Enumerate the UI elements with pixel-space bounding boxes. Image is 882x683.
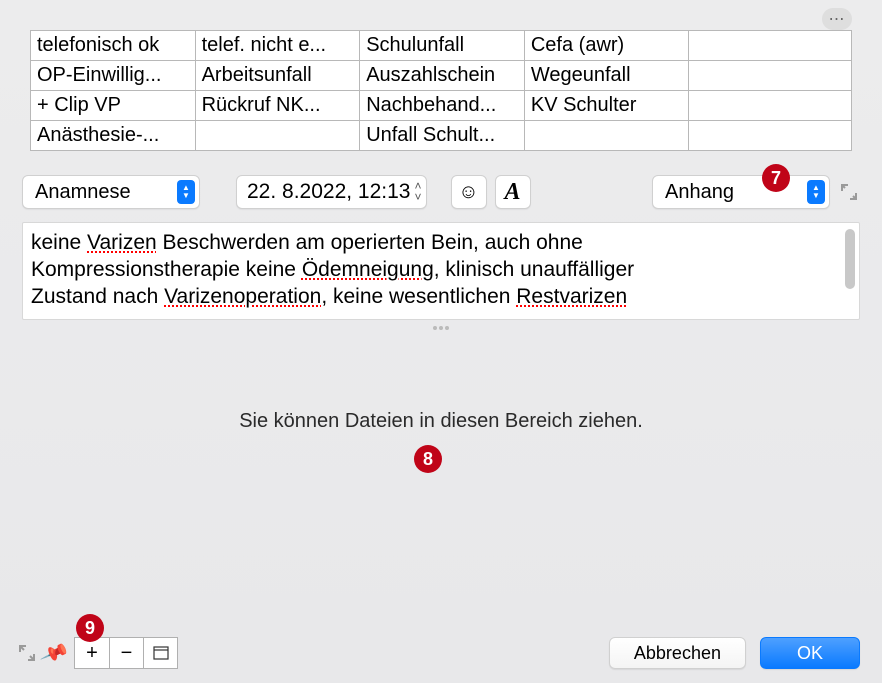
- grid-cell[interactable]: Auszahlschein: [360, 61, 525, 91]
- template-grid: telefonisch ok telef. nicht e... Schulun…: [30, 30, 852, 151]
- grid-cell[interactable]: Nachbehand...: [360, 91, 525, 121]
- annotation-badge: 8: [414, 445, 442, 473]
- note-text: Beschwerden am operierten Bein, auch ohn…: [157, 231, 583, 254]
- annotation-badge: 9: [76, 614, 104, 642]
- smiley-icon: ☺: [458, 181, 478, 204]
- ok-button[interactable]: OK: [760, 637, 860, 669]
- grid-cell[interactable]: Unfall Schult...: [360, 121, 525, 151]
- file-dropzone[interactable]: Sie können Dateien in diesen Bereich zie…: [22, 360, 860, 600]
- chevron-down-icon: ˅: [414, 192, 421, 203]
- pin-icon[interactable]: 📌: [38, 636, 71, 669]
- grid-cell[interactable]: Wegeunfall: [524, 61, 688, 91]
- note-text: Kompressionstherapie keine: [31, 258, 302, 281]
- note-text: Ödemneigung: [302, 258, 434, 281]
- more-button[interactable]: ⋯: [822, 8, 852, 30]
- datetime-stepper[interactable]: ˄ ˅: [414, 181, 421, 203]
- category-select[interactable]: Anamnese ▲▼: [22, 175, 200, 209]
- note-text: Varizen: [87, 231, 157, 254]
- grid-cell[interactable]: Arbeitsunfall: [195, 61, 360, 91]
- chevron-updown-icon: ▲▼: [807, 180, 825, 204]
- expand-icon[interactable]: [838, 181, 860, 203]
- emoji-button[interactable]: ☺: [451, 175, 487, 209]
- note-text: , klinisch unauffälliger: [434, 258, 634, 281]
- scrollbar[interactable]: [845, 229, 855, 289]
- footer-bar: 📌 + − Abbrechen OK: [14, 637, 860, 669]
- grid-cell[interactable]: Cefa (awr): [524, 31, 688, 61]
- grid-cell[interactable]: [524, 121, 688, 151]
- grid-cell[interactable]: [689, 61, 852, 91]
- add-button[interactable]: +: [75, 638, 109, 668]
- grid-cell[interactable]: telef. nicht e...: [195, 31, 360, 61]
- grid-cell[interactable]: telefonisch ok: [31, 31, 196, 61]
- grid-cell[interactable]: KV Schulter: [524, 91, 688, 121]
- note-text: Restvarizen: [516, 285, 627, 308]
- note-textarea[interactable]: keine Varizen Beschwerden am operierten …: [22, 222, 860, 320]
- grid-cell[interactable]: + Clip VP: [31, 91, 196, 121]
- note-text: Zustand nach: [31, 285, 164, 308]
- note-text: keine: [31, 231, 87, 254]
- font-button[interactable]: A: [495, 175, 531, 209]
- grid-cell[interactable]: Rückruf NK...: [195, 91, 360, 121]
- datetime-value: 22. 8.2022, 12:13: [247, 180, 410, 204]
- collapse-icon[interactable]: [14, 640, 40, 666]
- datetime-field[interactable]: 22. 8.2022, 12:13 ˄ ˅: [236, 175, 427, 209]
- category-label: Anamnese: [35, 181, 169, 204]
- grid-cell[interactable]: Schulunfall: [360, 31, 525, 61]
- grid-cell[interactable]: [195, 121, 360, 151]
- note-text: Varizenoperation: [164, 285, 321, 308]
- remove-button[interactable]: −: [109, 638, 143, 668]
- dropzone-hint: Sie können Dateien in diesen Bereich zie…: [239, 410, 643, 433]
- grid-cell[interactable]: Anästhesie-...: [31, 121, 196, 151]
- chevron-updown-icon: ▲▼: [177, 180, 195, 204]
- note-text: , keine wesentlichen: [321, 285, 516, 308]
- entry-toolbar: Anamnese ▲▼ 22. 8.2022, 12:13 ˄ ˅ ☺ A An…: [22, 175, 860, 209]
- splitter-handle[interactable]: [426, 326, 456, 330]
- grid-cell[interactable]: [689, 121, 852, 151]
- attachment-select[interactable]: Anhang ▲▼: [652, 175, 830, 209]
- window-button[interactable]: [143, 638, 177, 668]
- font-icon: A: [504, 179, 520, 206]
- grid-cell[interactable]: OP-Einwillig...: [31, 61, 196, 91]
- grid-cell[interactable]: [689, 91, 852, 121]
- cancel-button[interactable]: Abbrechen: [609, 637, 746, 669]
- annotation-badge: 7: [762, 164, 790, 192]
- grid-cell[interactable]: [689, 31, 852, 61]
